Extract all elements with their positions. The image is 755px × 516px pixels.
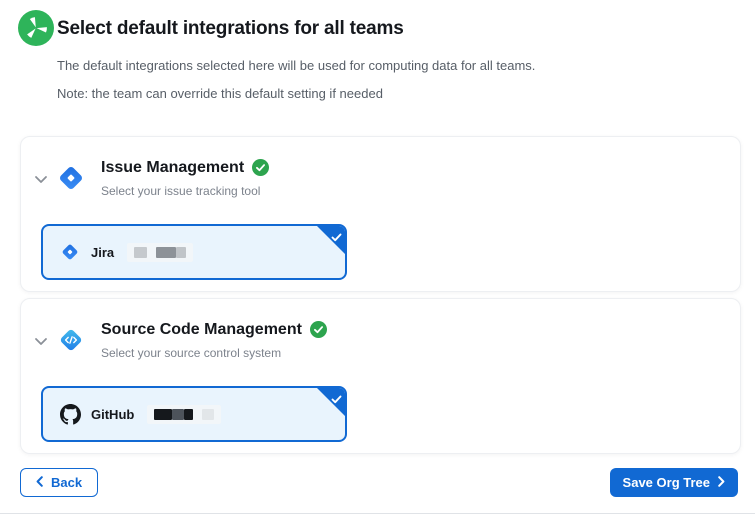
page-header: Select default integrations for all team… <box>0 0 755 102</box>
jira-option-card[interactable]: Jira <box>41 224 347 280</box>
check-circle-icon <box>310 321 327 338</box>
back-button-label: Back <box>51 475 82 490</box>
footer-actions: Back Save Org Tree <box>20 468 738 497</box>
section-source-code-management: Source Code Management Select your sourc… <box>20 298 741 454</box>
jira-diamond-icon <box>56 163 86 193</box>
github-option-card[interactable]: GitHub <box>41 386 347 442</box>
github-icon <box>60 404 80 424</box>
section-title: Source Code Management <box>101 319 302 340</box>
chevron-down-icon[interactable] <box>34 171 48 189</box>
save-button-label: Save Org Tree <box>623 475 710 490</box>
chevron-down-icon[interactable] <box>34 333 48 351</box>
section-title: Issue Management <box>101 157 244 178</box>
option-label: Jira <box>91 245 114 260</box>
page-title: Select default integrations for all team… <box>57 17 735 41</box>
check-circle-icon <box>252 159 269 176</box>
redacted-details <box>147 405 221 424</box>
chevron-right-icon <box>718 475 725 490</box>
page-description: The default integrations selected here w… <box>57 58 735 74</box>
bottom-divider <box>0 513 755 514</box>
check-icon <box>331 229 342 247</box>
app-logo-propeller-icon <box>18 10 54 46</box>
code-diamond-icon <box>56 325 86 355</box>
check-icon <box>331 391 342 409</box>
integration-sections: Issue Management Select your issue track… <box>0 136 755 454</box>
option-label: GitHub <box>91 407 134 422</box>
section-subtitle: Select your source control system <box>101 346 327 360</box>
section-head: Issue Management Select your issue track… <box>21 157 740 198</box>
page-note: Note: the team can override this default… <box>57 86 735 102</box>
section-texts: Source Code Management Select your sourc… <box>101 319 327 360</box>
section-issue-management: Issue Management Select your issue track… <box>20 136 741 292</box>
save-org-tree-button[interactable]: Save Org Tree <box>610 468 738 497</box>
section-texts: Issue Management Select your issue track… <box>101 157 269 198</box>
section-subtitle: Select your issue tracking tool <box>101 184 269 198</box>
section-head: Source Code Management Select your sourc… <box>21 319 740 360</box>
default-integrations-page: Select default integrations for all team… <box>0 0 755 516</box>
back-button[interactable]: Back <box>20 468 98 497</box>
chevron-left-icon <box>36 475 43 490</box>
jira-icon <box>60 242 80 262</box>
redacted-details <box>127 243 193 262</box>
